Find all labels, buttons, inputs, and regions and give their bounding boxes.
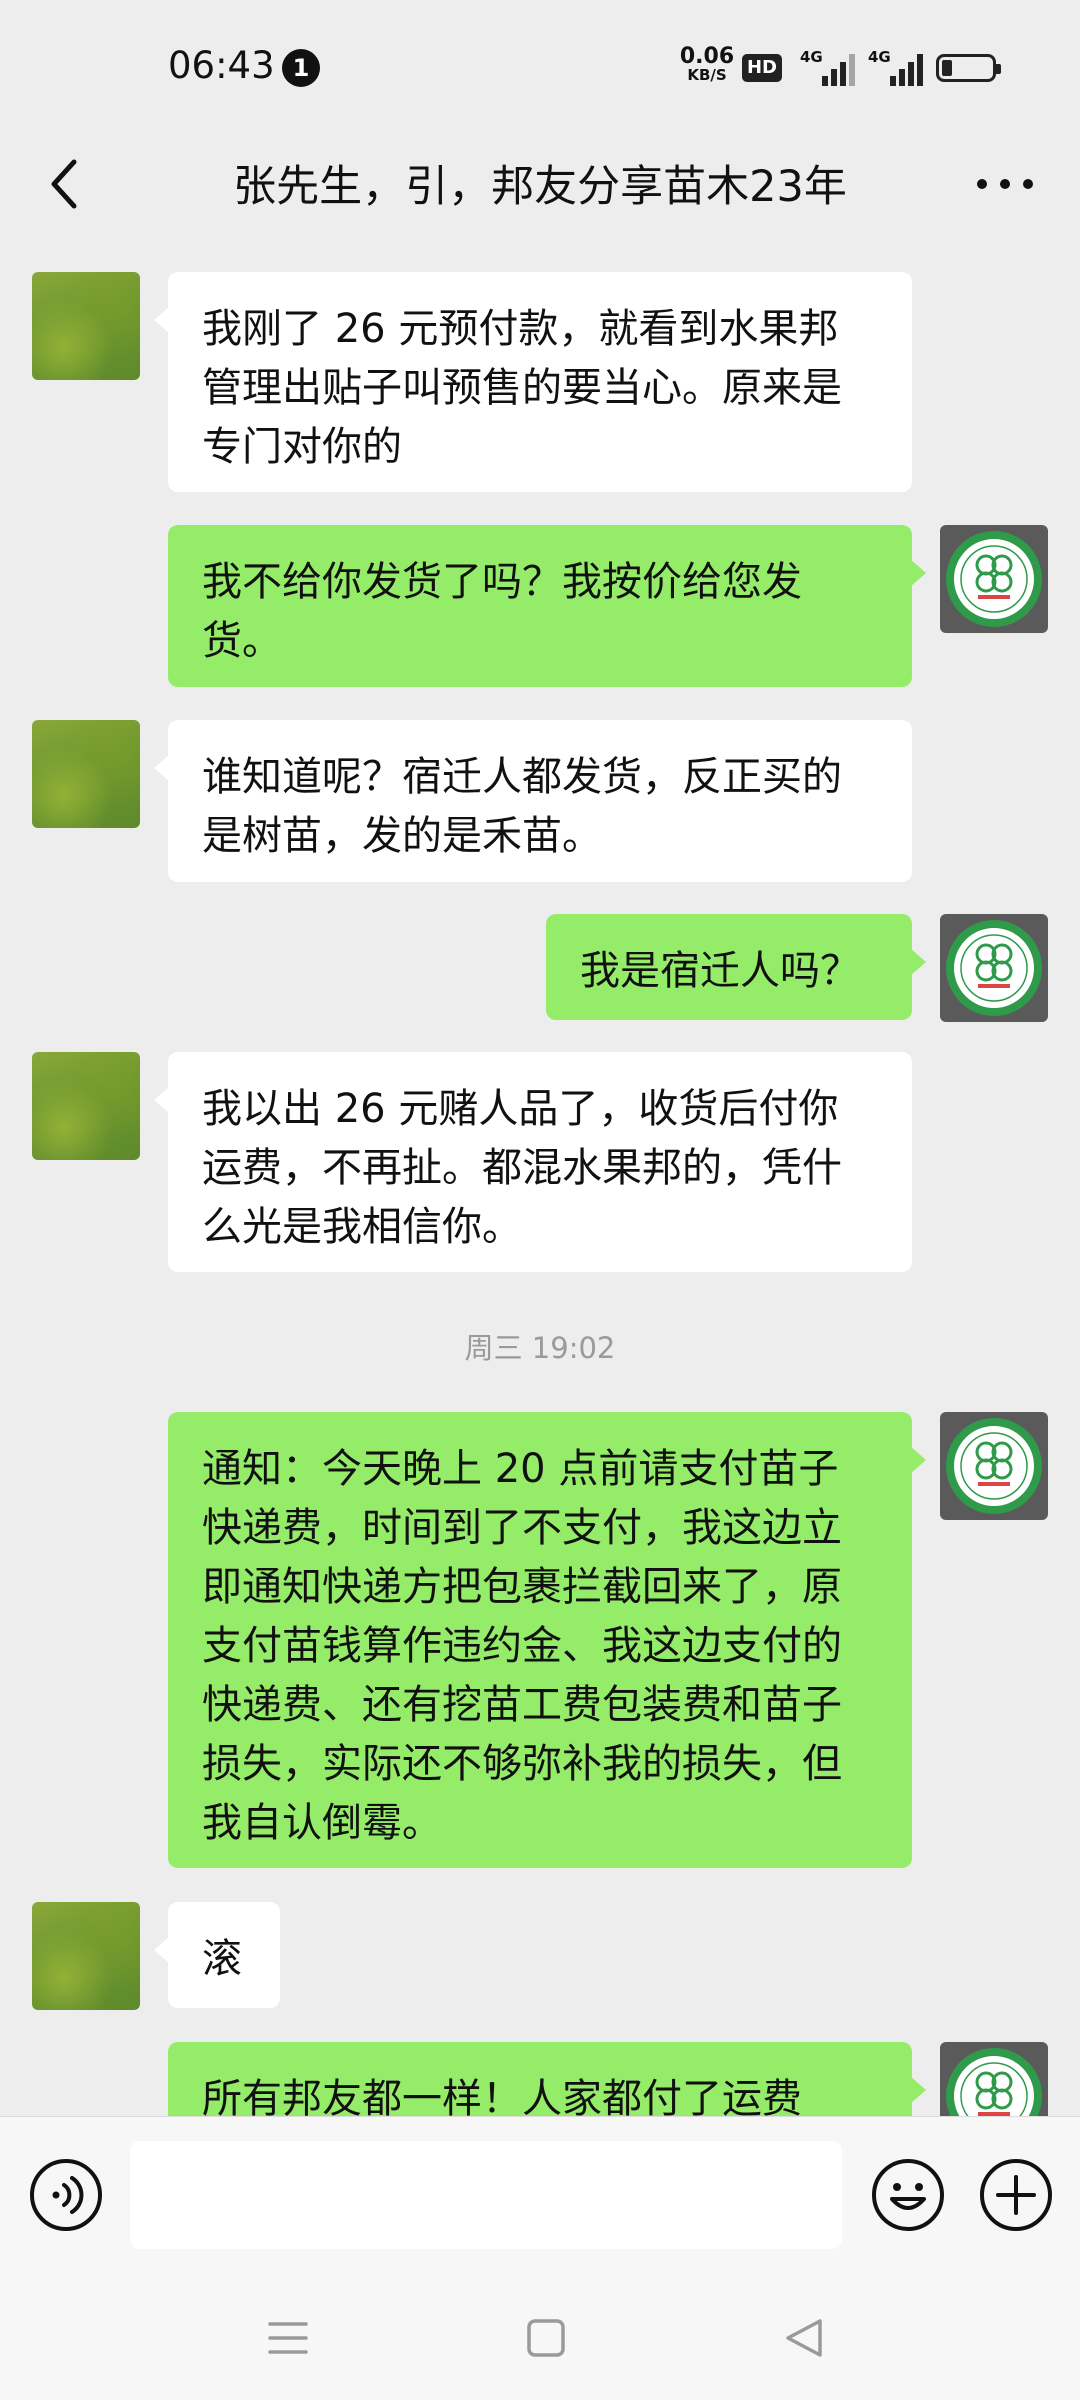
more-horizontal-icon[interactable] <box>970 154 1040 214</box>
message-bubble-outgoing[interactable]: 所有邦友都一样！人家都付了运费 <box>168 2042 926 2116</box>
message-text: 滚 <box>202 1936 242 1982</box>
message-bubble-incoming[interactable]: 滚 <box>154 1902 280 2008</box>
system-nav-bar <box>0 2276 1080 2400</box>
self-avatar[interactable] <box>940 525 1048 633</box>
battery-level <box>942 60 952 76</box>
chat-timestamp: 周三 19:02 <box>464 1331 616 1365</box>
chevron-left-icon[interactable] <box>36 154 96 214</box>
menu-icon[interactable] <box>268 2316 308 2360</box>
net-speed-unit: KB/S <box>687 66 727 84</box>
self-avatar[interactable] <box>940 1412 1048 1520</box>
signal-icon-2: 4G <box>868 48 923 86</box>
signal-icon-1: 4G <box>800 48 855 86</box>
logo-icon <box>946 920 1042 1016</box>
message-text: 我以出 26 元赌人品了，收货后付你运费，不再扯。都混水果邦的，凭什么光是我相信… <box>202 1086 842 1250</box>
chat-title: 张先生，引，邦友分享苗木23年 <box>233 162 847 212</box>
message-text: 我是宿迁人吗？ <box>580 948 860 994</box>
chat-message-list[interactable]: 我刚了 26 元预付款，就看到水果邦管理出贴子叫预售的要当心。原来是专门对你的 … <box>0 240 1080 2116</box>
battery-icon <box>936 54 1001 82</box>
message-bubble-outgoing[interactable]: 通知：今天晚上 20 点前请支付苗子快递费，时间到了不支付，我这边立即通知快递方… <box>168 1412 926 1868</box>
message-bubble-incoming[interactable]: 我刚了 26 元预付款，就看到水果邦管理出贴子叫预售的要当心。原来是专门对你的 <box>154 272 912 492</box>
emoji-icon[interactable] <box>870 2157 946 2233</box>
contact-avatar[interactable] <box>32 1052 140 1160</box>
signal-label-2: 4G <box>868 48 891 66</box>
chat-header: 张先生，引，邦友分享苗木23年 <box>0 130 1080 240</box>
self-avatar[interactable] <box>940 914 1048 1022</box>
message-bubble-incoming[interactable]: 我以出 26 元赌人品了，收货后付你运费，不再扯。都混水果邦的，凭什么光是我相信… <box>154 1052 912 1272</box>
message-input[interactable] <box>130 2141 842 2249</box>
message-text: 我刚了 26 元预付款，就看到水果邦管理出贴子叫预售的要当心。原来是专门对你的 <box>202 306 842 470</box>
contact-avatar[interactable] <box>32 720 140 828</box>
message-text: 谁知道呢？宿迁人都发货，反正买的是树苗，发的是禾苗。 <box>202 754 842 859</box>
contact-avatar[interactable] <box>32 272 140 380</box>
message-text: 所有邦友都一样！人家都付了运费 <box>202 2076 802 2116</box>
plus-icon[interactable] <box>978 2157 1054 2233</box>
message-text: 通知：今天晚上 20 点前请支付苗子快递费，时间到了不支付，我这边立即通知快递方… <box>202 1446 842 1846</box>
logo-icon <box>946 1418 1042 1514</box>
notification-badge: 1 <box>282 49 320 87</box>
net-speed-indicator: 0.06 KB/S <box>678 46 736 83</box>
voice-icon[interactable] <box>28 2157 104 2233</box>
hd-icon: HD <box>742 54 782 82</box>
status-bar: 06:43 1 0.06 KB/S HD 4G 4G <box>0 0 1080 130</box>
logo-icon <box>946 2048 1042 2116</box>
self-avatar[interactable] <box>940 2042 1048 2116</box>
net-speed-value: 0.06 <box>679 44 735 69</box>
status-time: 06:43 <box>168 44 275 87</box>
back-triangle-icon[interactable] <box>782 2316 826 2360</box>
home-icon[interactable] <box>526 2316 566 2360</box>
message-bubble-incoming[interactable]: 谁知道呢？宿迁人都发货，反正买的是树苗，发的是禾苗。 <box>154 720 912 882</box>
signal-label-1: 4G <box>800 48 823 66</box>
message-input-bar <box>0 2116 1080 2276</box>
message-bubble-outgoing[interactable]: 我不给你发货了吗？我按价给您发货。 <box>168 525 926 687</box>
message-bubble-outgoing[interactable]: 我是宿迁人吗？ <box>546 914 926 1020</box>
logo-icon <box>946 531 1042 627</box>
message-text: 我不给你发货了吗？我按价给您发货。 <box>202 559 802 664</box>
contact-avatar[interactable] <box>32 1902 140 2010</box>
